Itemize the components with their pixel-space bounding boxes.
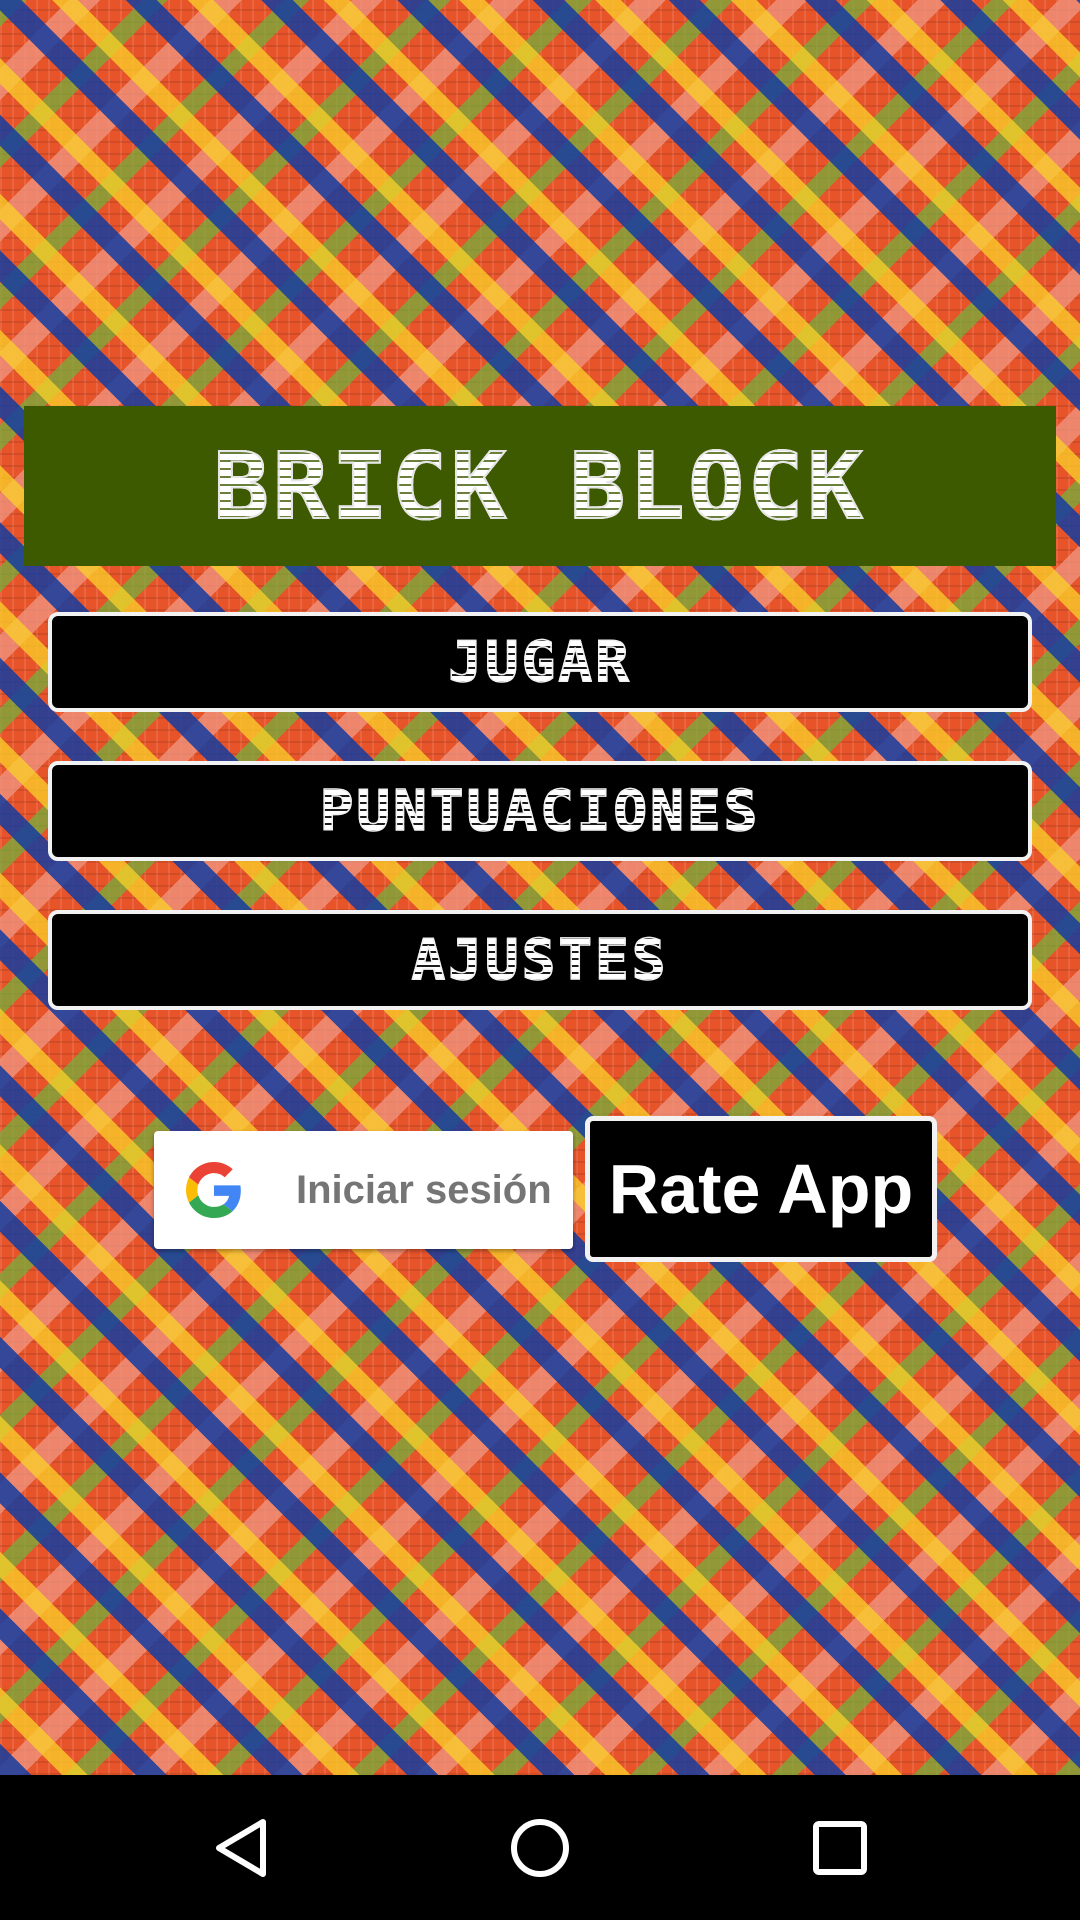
nav-back-button[interactable] <box>196 1803 286 1893</box>
home-circle-icon <box>511 1819 569 1877</box>
google-g-icon <box>186 1162 241 1218</box>
play-button-label: JUGAR <box>447 629 632 696</box>
google-signin-label: Iniciar sesión <box>296 1167 552 1212</box>
play-button[interactable]: JUGAR <box>48 612 1032 712</box>
brick-pattern-background <box>0 0 1080 1775</box>
nav-recents-button[interactable] <box>795 1803 885 1893</box>
settings-button-label: AJUSTES <box>411 927 669 994</box>
title-banner: BRICK BLOCK <box>24 406 1056 566</box>
screen: BRICK BLOCK JUGAR PUNTUACIONES AJUSTES I… <box>0 0 1080 1920</box>
game-title: BRICK BLOCK <box>212 432 867 541</box>
rate-app-label: Rate App <box>608 1150 914 1228</box>
system-navigation-bar <box>0 1775 1080 1920</box>
google-signin-button[interactable]: Iniciar sesión <box>154 1131 573 1249</box>
scores-button[interactable]: PUNTUACIONES <box>48 761 1032 861</box>
recents-square-icon <box>813 1821 867 1875</box>
scores-button-label: PUNTUACIONES <box>319 778 761 845</box>
settings-button[interactable]: AJUSTES <box>48 910 1032 1010</box>
rate-app-button[interactable]: Rate App <box>585 1116 937 1262</box>
back-triangle-icon <box>216 1819 266 1877</box>
nav-home-button[interactable] <box>495 1803 585 1893</box>
